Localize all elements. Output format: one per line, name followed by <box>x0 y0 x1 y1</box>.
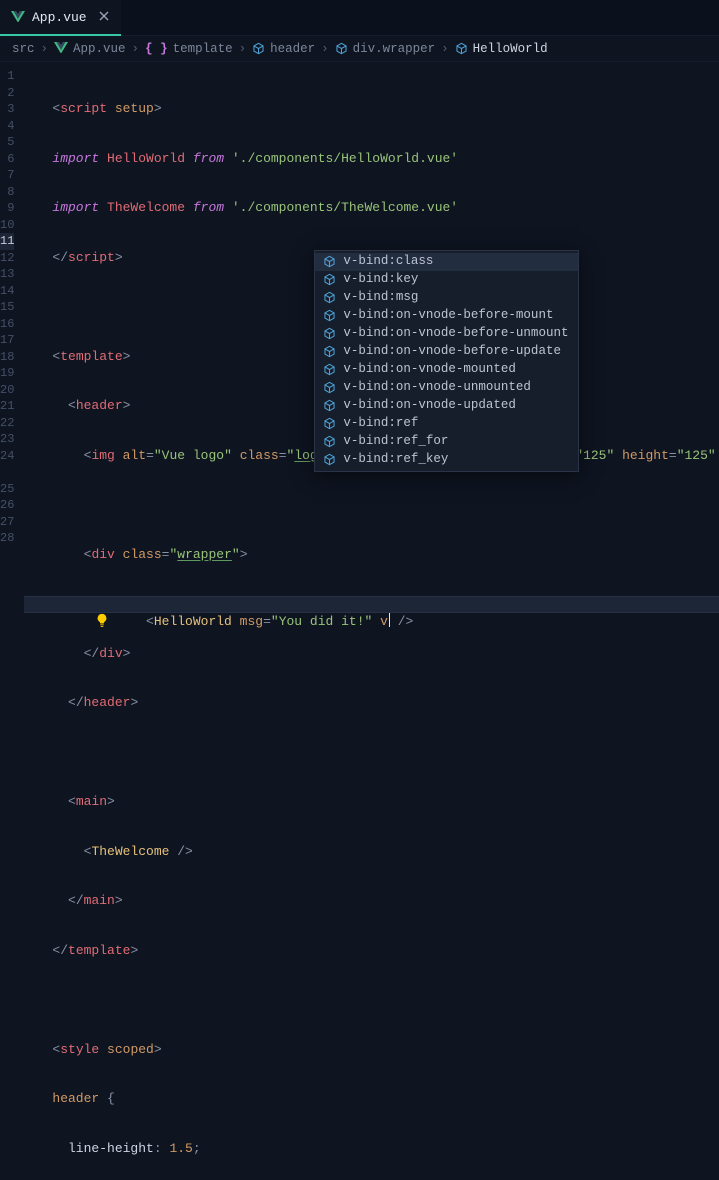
chevron-right-icon: › <box>321 42 329 56</box>
autocomplete-item[interactable]: v-bind:msg <box>315 289 578 307</box>
cube-icon <box>323 417 336 430</box>
autocomplete-item[interactable]: v-bind:ref_key <box>315 451 578 469</box>
cube-icon <box>323 291 336 304</box>
autocomplete-item[interactable]: v-bind:on-vnode-before-update <box>315 343 578 361</box>
breadcrumb-template[interactable]: { } template <box>145 42 233 56</box>
tab-bar: App.vue <box>0 0 719 36</box>
breadcrumb-file[interactable]: App.vue <box>54 42 126 56</box>
autocomplete-label: v-bind:key <box>343 271 418 288</box>
tab-filename: App.vue <box>32 10 87 25</box>
cube-icon <box>323 345 336 358</box>
editor-area[interactable]: 1 2 3 4 5 6 7 8 9 10 11 12 13 14 15 16 1… <box>0 62 719 590</box>
cube-icon <box>323 435 336 448</box>
cube-icon <box>323 327 336 340</box>
autocomplete-label: v-bind:on-vnode-unmounted <box>343 379 531 396</box>
tab-app-vue[interactable]: App.vue <box>0 0 121 35</box>
autocomplete-item[interactable]: v-bind:on-vnode-mounted <box>315 361 578 379</box>
autocomplete-label: v-bind:on-vnode-updated <box>343 397 516 414</box>
breadcrumb-helloworld[interactable]: HelloWorld <box>455 42 548 56</box>
breadcrumb-wrapper[interactable]: div.wrapper <box>335 42 436 56</box>
close-icon[interactable] <box>98 10 110 26</box>
autocomplete-label: v-bind:on-vnode-before-mount <box>343 307 553 324</box>
cube-icon <box>323 273 336 286</box>
autocomplete-item[interactable]: v-bind:on-vnode-unmounted <box>315 379 578 397</box>
autocomplete-label: v-bind:ref <box>343 415 418 432</box>
chevron-right-icon: › <box>239 42 247 56</box>
braces-icon: { } <box>145 42 168 56</box>
breadcrumb: src › App.vue › { } template › header › … <box>0 36 719 62</box>
vue-logo-icon <box>11 11 25 25</box>
autocomplete-item[interactable]: v-bind:class <box>315 253 578 271</box>
autocomplete-label: v-bind:class <box>343 253 433 270</box>
autocomplete-label: v-bind:ref_for <box>343 433 448 450</box>
chevron-right-icon: › <box>132 42 140 56</box>
autocomplete-item[interactable]: v-bind:ref <box>315 415 578 433</box>
autocomplete-item[interactable]: v-bind:on-vnode-before-unmount <box>315 325 578 343</box>
vue-logo-icon <box>54 42 68 56</box>
code-content[interactable]: <script setup> import HelloWorld from '.… <box>24 62 719 590</box>
cube-icon <box>323 399 336 412</box>
autocomplete-popup[interactable]: v-bind:classv-bind:keyv-bind:msgv-bind:o… <box>314 250 579 472</box>
cube-icon <box>323 363 336 376</box>
chevron-right-icon: › <box>441 42 449 56</box>
autocomplete-item[interactable]: v-bind:key <box>315 271 578 289</box>
cube-icon <box>335 42 348 55</box>
autocomplete-label: v-bind:msg <box>343 289 418 306</box>
autocomplete-item[interactable]: v-bind:on-vnode-before-mount <box>315 307 578 325</box>
autocomplete-label: v-bind:on-vnode-before-update <box>343 343 561 360</box>
cube-icon <box>252 42 265 55</box>
cube-icon <box>323 309 336 322</box>
cube-icon <box>323 381 336 394</box>
chevron-right-icon: › <box>41 42 49 56</box>
autocomplete-item[interactable]: v-bind:ref_for <box>315 433 578 451</box>
breadcrumb-src[interactable]: src <box>12 42 35 56</box>
line-number-gutter: 1 2 3 4 5 6 7 8 9 10 11 12 13 14 15 16 1… <box>0 62 24 590</box>
cube-icon <box>455 42 468 55</box>
lightbulb-icon[interactable] <box>32 596 46 610</box>
autocomplete-label: v-bind:on-vnode-before-unmount <box>343 325 568 342</box>
autocomplete-label: v-bind:ref_key <box>343 451 448 468</box>
cube-icon <box>323 453 336 466</box>
breadcrumb-header[interactable]: header <box>252 42 315 56</box>
cube-icon <box>323 255 336 268</box>
autocomplete-item[interactable]: v-bind:on-vnode-updated <box>315 397 578 415</box>
scrollbar[interactable] <box>709 62 719 590</box>
autocomplete-label: v-bind:on-vnode-mounted <box>343 361 516 378</box>
